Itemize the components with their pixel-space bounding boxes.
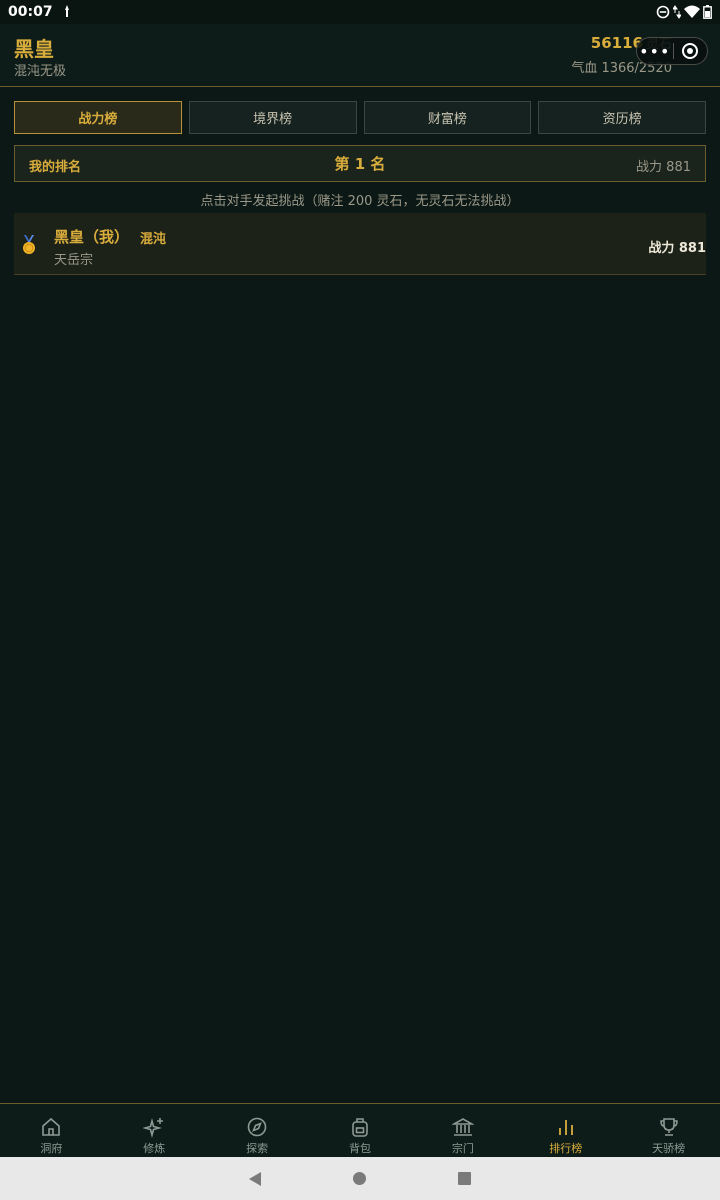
battery-icon — [703, 5, 712, 19]
player-realm: 混沌 — [140, 232, 167, 247]
tab-wealth[interactable]: 财富榜 — [363, 101, 532, 134]
my-rank-power: 战力 881 — [636, 160, 691, 175]
mini-program-capsule: ••• — [636, 37, 708, 65]
nav-label: 背包 — [349, 1142, 371, 1155]
tab-realm[interactable]: 境界榜 — [188, 101, 357, 134]
recent-apps-icon[interactable] — [458, 1172, 471, 1185]
sparkle-icon — [143, 1117, 164, 1138]
nav-backpack[interactable]: 背包 — [309, 1104, 412, 1157]
nav-label: 修炼 — [143, 1142, 166, 1155]
close-button[interactable] — [673, 38, 707, 64]
wifi-icon — [684, 5, 700, 18]
system-nav-bar — [0, 1157, 720, 1200]
notification-icon — [64, 5, 69, 17]
player-name: 黑皇（我） — [54, 228, 130, 246]
player-realm: 混沌无极 — [14, 64, 67, 79]
player-power: 战力 881 — [648, 241, 706, 256]
temple-icon — [451, 1118, 474, 1136]
player-sect: 天岳宗 — [54, 253, 94, 268]
bottom-nav: 洞府 修炼 探索 背包 宗门 排行榜 天骄榜 — [0, 1103, 720, 1157]
challenge-hint: 点击对手发起挑战（赌注 200 灵石，无灵石无法挑战） — [200, 194, 520, 209]
nav-label: 洞府 — [40, 1142, 63, 1155]
compass-icon — [247, 1117, 267, 1137]
player-header: 黑皇 混沌无极 56116 灵石 气血 1366/2520 ••• — [0, 24, 720, 87]
nav-ranking[interactable]: 排行榜 — [514, 1104, 617, 1157]
status-time: 00:07 — [8, 4, 53, 20]
back-icon[interactable] — [249, 1171, 261, 1186]
tab-seniority[interactable]: 资历榜 — [538, 101, 706, 134]
trophy-icon — [659, 1118, 678, 1136]
nav-explore[interactable]: 探索 — [206, 1104, 309, 1157]
player-name: 黑皇 — [14, 37, 54, 61]
backpack-icon — [352, 1118, 368, 1137]
nav-prodigy[interactable]: 天骄榜 — [617, 1104, 720, 1157]
nav-label: 宗门 — [451, 1142, 474, 1155]
nav-cave[interactable]: 洞府 — [0, 1104, 103, 1157]
ranking-tabs: 战力榜 境界榜 财富榜 资历榜 — [14, 101, 706, 134]
my-rank-panel: 我的排名 第 1 名 战力 881 — [14, 145, 706, 182]
home-icon — [42, 1117, 61, 1136]
gold-medal-icon — [23, 235, 35, 254]
tab-power[interactable]: 战力榜 — [14, 101, 182, 134]
nav-label: 排行榜 — [549, 1142, 583, 1155]
bar-chart-icon — [558, 1120, 573, 1135]
more-dots-icon: ••• — [639, 41, 671, 61]
status-bar: 00:07 — [0, 0, 720, 24]
nav-label: 探索 — [246, 1142, 269, 1155]
nav-label: 天骄榜 — [652, 1142, 686, 1155]
close-target-icon — [682, 43, 699, 59]
more-button[interactable]: ••• — [637, 38, 673, 64]
nav-sect[interactable]: 宗门 — [411, 1104, 514, 1157]
my-rank-position: 第 1 名 — [334, 155, 386, 173]
ranking-row[interactable]: 黑皇（我） 混沌 天岳宗 战力 881 — [14, 213, 706, 275]
do-not-disturb-icon — [656, 5, 670, 19]
nav-cultivate[interactable]: 修炼 — [103, 1104, 206, 1157]
home-circle-icon[interactable] — [353, 1172, 366, 1185]
data-arrows-icon — [673, 5, 681, 19]
